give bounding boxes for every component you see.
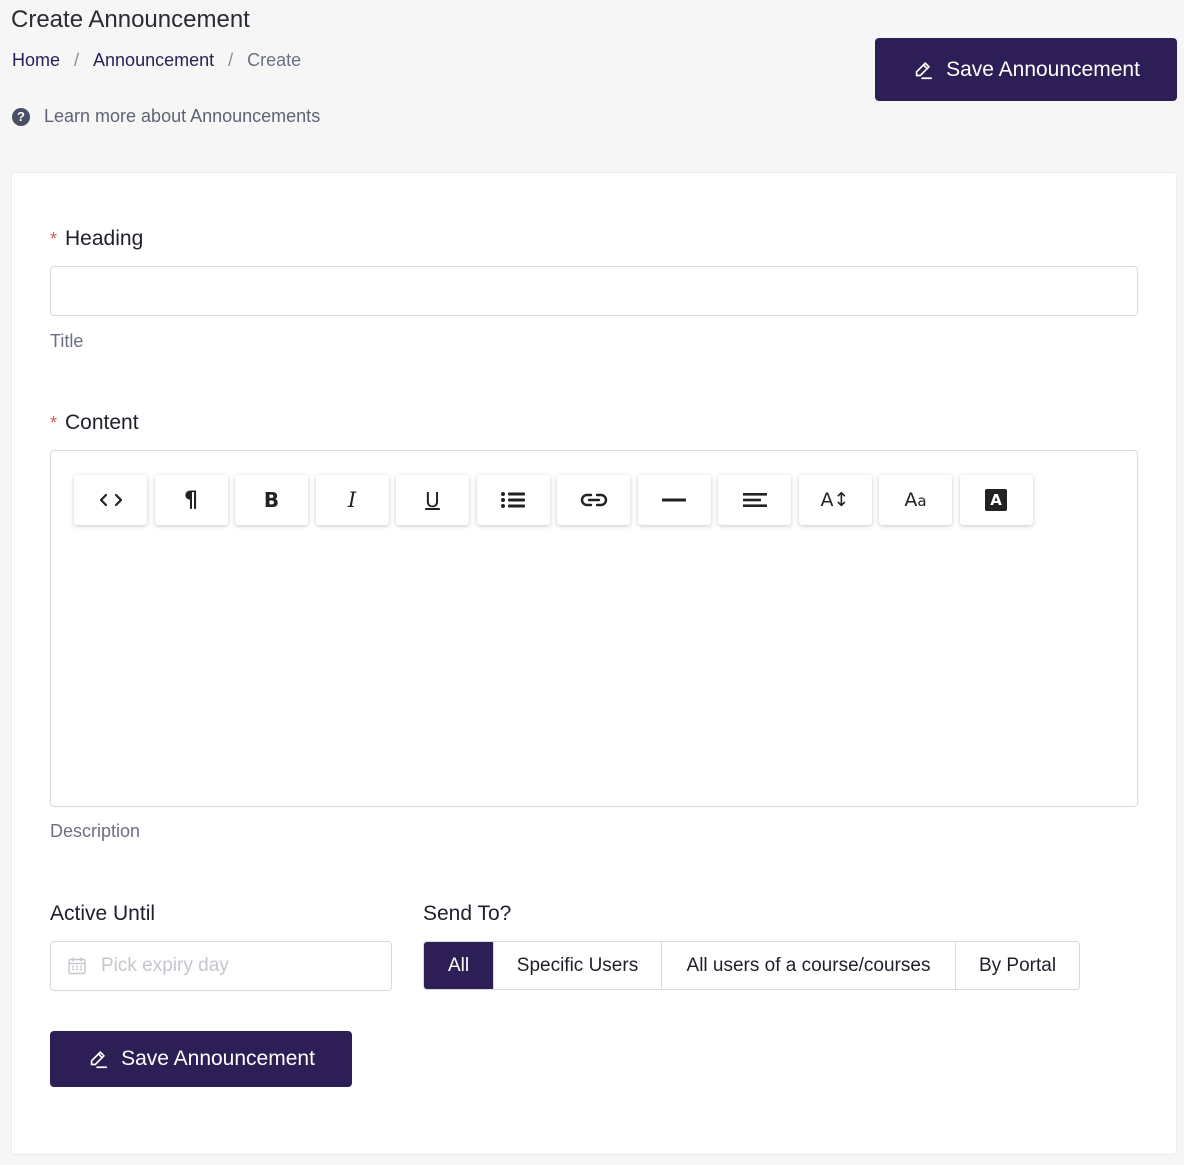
required-asterisk: * xyxy=(50,413,58,433)
required-asterisk: * xyxy=(50,229,58,249)
align-left-icon xyxy=(742,493,767,507)
breadcrumb-separator: / xyxy=(228,50,234,70)
send-to-label: Send To? xyxy=(423,902,512,925)
font-size-icon: A↕ xyxy=(820,489,850,511)
send-to-option-course-users[interactable]: All users of a course/courses xyxy=(662,942,956,989)
heading-label: * Heading xyxy=(50,226,143,252)
edit-pen-icon xyxy=(90,1051,108,1069)
calendar-icon xyxy=(68,957,86,975)
text-color-button[interactable]: A xyxy=(959,475,1033,525)
bold-button[interactable]: B xyxy=(235,475,308,525)
save-announcement-label: Save Announcement xyxy=(946,57,1140,81)
horizontal-rule-button[interactable] xyxy=(637,475,711,525)
italic-icon: I xyxy=(347,488,357,512)
breadcrumb-home-link[interactable]: Home xyxy=(12,48,60,72)
edit-pen-icon xyxy=(915,61,933,79)
content-helper-text: Description xyxy=(50,821,141,841)
save-announcement-label: Save Announcement xyxy=(121,1047,315,1070)
horizontal-rule-icon xyxy=(662,498,686,502)
learn-more-label: Learn more about Announcements xyxy=(44,106,321,126)
page-title: Create Announcement xyxy=(11,6,250,33)
content-label-text: Content xyxy=(65,411,139,434)
content-editor[interactable]: ¶ B I U A↕ Aa A xyxy=(50,450,1138,807)
send-to-option-specific-users[interactable]: Specific Users xyxy=(494,942,662,989)
editor-toolbar: ¶ B I U A↕ Aa A xyxy=(74,475,1040,525)
question-circle-icon: ? xyxy=(12,107,30,126)
align-left-button[interactable] xyxy=(718,475,791,525)
paragraph-button[interactable]: ¶ xyxy=(154,475,228,525)
breadcrumb-separator: / xyxy=(74,50,80,70)
font-family-button[interactable]: Aa xyxy=(879,475,952,525)
link-icon xyxy=(580,493,607,507)
send-to-option-all[interactable]: All xyxy=(424,942,494,989)
font-family-icon: Aa xyxy=(904,489,927,511)
paragraph-icon: ¶ xyxy=(184,487,198,513)
save-announcement-button-bottom[interactable]: Save Announcement xyxy=(50,1031,352,1087)
heading-helper-text: Title xyxy=(50,331,84,351)
italic-button[interactable]: I xyxy=(315,475,389,525)
content-label: * Content xyxy=(50,410,139,436)
save-announcement-button-top[interactable]: Save Announcement xyxy=(875,38,1177,101)
breadcrumb-announcement-link[interactable]: Announcement xyxy=(93,48,214,72)
send-to-selector: All Specific Users All users of a course… xyxy=(423,941,1080,990)
link-button[interactable] xyxy=(557,475,630,525)
learn-more-link[interactable]: ? Learn more about Announcements xyxy=(12,106,320,127)
bullet-list-button[interactable] xyxy=(476,475,550,525)
send-to-option-by-portal[interactable]: By Portal xyxy=(956,942,1079,989)
heading-input[interactable] xyxy=(50,266,1138,316)
underline-button[interactable]: U xyxy=(396,475,469,525)
text-color-icon: A xyxy=(985,489,1007,511)
font-size-button[interactable]: A↕ xyxy=(798,475,872,525)
bullet-list-icon xyxy=(501,492,525,508)
underline-icon: U xyxy=(425,488,440,512)
breadcrumb: Home / Announcement / Create xyxy=(12,48,301,72)
expiry-date-input[interactable] xyxy=(99,954,363,978)
bold-icon: B xyxy=(263,488,280,512)
heading-label-text: Heading xyxy=(65,227,144,250)
code-view-button[interactable] xyxy=(74,475,147,525)
active-until-label: Active Until xyxy=(50,902,156,925)
code-view-icon xyxy=(99,493,122,507)
expiry-date-picker[interactable] xyxy=(50,941,392,991)
breadcrumb-current: Create xyxy=(247,50,302,70)
